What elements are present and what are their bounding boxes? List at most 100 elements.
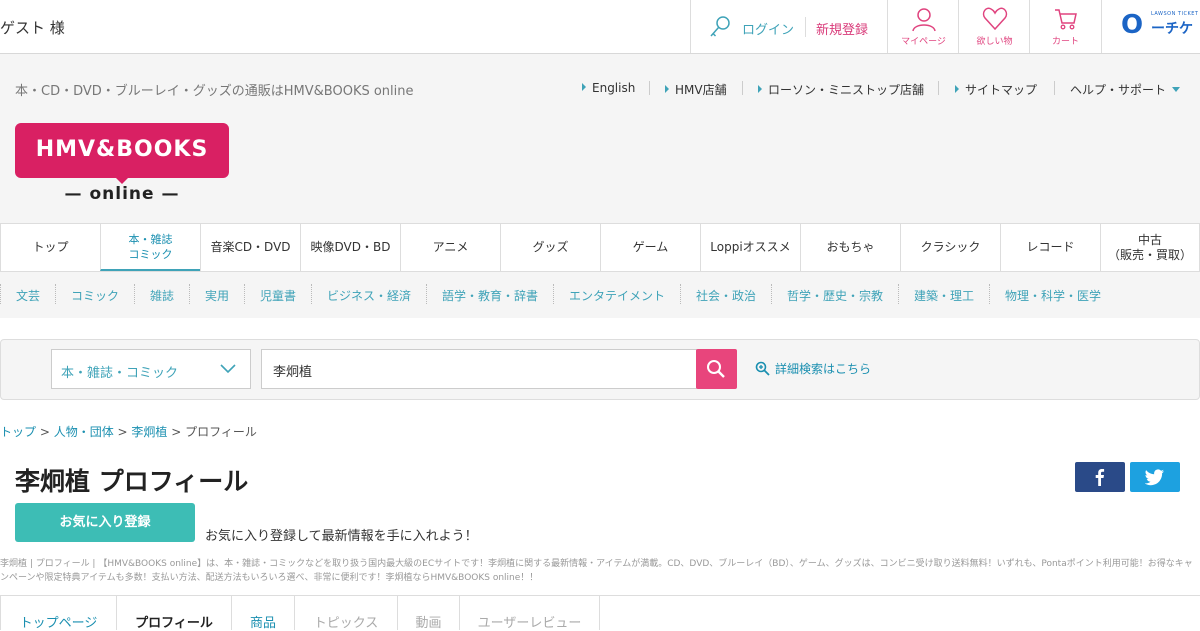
divider (189, 284, 190, 304)
page-description: 李炯植 | プロフィール | 【HMV&BOOKS online】は、本・雑誌・… (0, 559, 1193, 583)
mypage-label: マイページ (901, 37, 946, 47)
subnav-item[interactable]: 雑誌 (150, 287, 174, 304)
login-link[interactable]: ログイン (742, 19, 794, 38)
subnav-item[interactable]: ビジネス・経済 (327, 287, 411, 304)
hmv-books-logo[interactable]: HMV&BOOKS — online — (15, 123, 229, 207)
divider (989, 284, 990, 304)
divider (938, 81, 939, 95)
subnav-item[interactable]: 社会・政治 (696, 287, 756, 304)
search-category-select[interactable]: 本・雑誌・コミック (51, 349, 251, 389)
cart-button[interactable]: カート (1029, 0, 1101, 53)
cart-icon (1054, 9, 1077, 30)
breadcrumb: トップ > 人物・団体 > 李炯植 > プロフィール (0, 423, 257, 440)
subnav-item[interactable]: 文芸 (16, 287, 40, 304)
search-input[interactable]: 李炯植 (261, 349, 697, 389)
nav-tab-label: ゲーム (632, 240, 669, 254)
subnav-item[interactable]: 物理・科学・医学 (1005, 287, 1101, 304)
search-button[interactable] (696, 349, 737, 389)
search-bar: 本・雑誌・コミック 李炯植 詳細検索はこちら (0, 339, 1200, 400)
search-icon (707, 360, 725, 378)
heart-icon (982, 7, 1007, 31)
nav-tab-books[interactable]: 本・雑誌 コミック (100, 224, 200, 271)
zoom-in-icon (755, 361, 770, 376)
nav-tab-label: グッズ (532, 240, 569, 254)
nav-tab-label: 本・雑誌 コミック (128, 232, 173, 261)
divider (311, 284, 312, 304)
divider (0, 284, 1, 304)
subnav-item[interactable]: コミック (71, 287, 119, 304)
tab-videos[interactable]: 動画 (397, 596, 459, 631)
subnav-item[interactable]: 児童書 (260, 287, 296, 304)
util-link-lawson-stores[interactable]: ローソン・ミニストップ店舗 (758, 81, 924, 98)
nav-tab-label: 音楽CD・DVD (210, 240, 291, 254)
main-navigation: トップ 本・雑誌 コミック 音楽CD・DVD 映像DVD・BD アニメ グッズ … (0, 223, 1200, 272)
nav-tab-label: トップ (32, 240, 69, 254)
nav-tab-music[interactable]: 音楽CD・DVD (200, 224, 300, 271)
nav-tab-goods[interactable]: グッズ (500, 224, 600, 271)
login-area: ログイン 新規登録 (690, 0, 888, 53)
nav-tab-video[interactable]: 映像DVD・BD (300, 224, 400, 271)
logo-sub-text: — online — (64, 184, 180, 204)
nav-tab-anime[interactable]: アニメ (400, 224, 500, 271)
register-link[interactable]: 新規登録 (816, 19, 868, 38)
lawson-ticket-small-text: LAWSON TICKET (1151, 11, 1199, 17)
breadcrumb-separator: > (113, 425, 132, 439)
help-support-label: ヘルプ・サポート (1070, 83, 1167, 97)
util-link-english[interactable]: English (582, 81, 635, 95)
lawson-ticket-logo[interactable]: LAWSON TICKET O ーチケ (1101, 0, 1200, 53)
util-link-sitemap[interactable]: サイトマップ (955, 81, 1037, 98)
site-header: 本・CD・DVD・ブルーレイ・グッズの通販はHMV&BOOKS online E… (0, 54, 1200, 318)
divider (680, 284, 681, 304)
divider (649, 81, 650, 95)
nav-tab-top[interactable]: トップ (0, 224, 100, 271)
logo-badge-tail (114, 176, 130, 184)
tab-products[interactable]: 商品 (231, 596, 294, 631)
nav-tab-label: おもちゃ (826, 240, 875, 254)
subnav-item[interactable]: 建築・理工 (914, 287, 974, 304)
divider (553, 284, 554, 304)
subnav-item[interactable]: 語学・教育・辞書 (442, 287, 538, 304)
add-favorite-button[interactable]: お気に入り登録 (15, 503, 195, 542)
user-icon (911, 8, 936, 32)
lawson-ticket-o: O (1121, 10, 1144, 40)
tab-user-reviews[interactable]: ユーザーレビュー (459, 596, 600, 631)
mypage-button[interactable]: マイページ (887, 0, 959, 53)
facebook-icon (1095, 469, 1105, 486)
wishlist-button[interactable]: 欲しい物 (958, 0, 1030, 53)
nav-tab-toys[interactable]: おもちゃ (800, 224, 900, 271)
breadcrumb-top[interactable]: トップ (0, 425, 36, 439)
wishlist-label: 欲しい物 (976, 37, 1013, 47)
nav-tab-used[interactable]: 中古 （販売・買取） (1100, 224, 1200, 271)
breadcrumb-separator: > (36, 425, 54, 439)
cart-label: カート (1051, 37, 1079, 47)
twitter-share-button[interactable] (1130, 462, 1180, 492)
util-link-hmv-stores[interactable]: HMV店舗 (665, 81, 727, 98)
subnav-item[interactable]: エンタテイメント (569, 287, 665, 304)
advanced-search-link[interactable]: 詳細検索はこちら (755, 360, 871, 377)
page-title: 李炯植 プロフィール (15, 467, 249, 496)
tab-top-page[interactable]: トップページ (0, 596, 116, 631)
divider (742, 81, 743, 95)
nav-tab-records[interactable]: レコード (1000, 224, 1100, 271)
divider (426, 284, 427, 304)
breadcrumb-people[interactable]: 人物・団体 (54, 425, 114, 439)
nav-tab-game[interactable]: ゲーム (600, 224, 700, 271)
help-support-menu[interactable]: ヘルプ・サポート (1070, 81, 1181, 98)
nav-tab-label: Loppiオススメ (710, 240, 791, 254)
breadcrumb-person[interactable]: 李炯植 (131, 425, 167, 439)
subnav-item[interactable]: 実用 (205, 287, 229, 304)
subnav-item[interactable]: 哲学・歴史・宗教 (787, 287, 883, 304)
divider (805, 17, 806, 37)
nav-tab-loppi[interactable]: Loppiオススメ (700, 224, 800, 271)
twitter-bird-icon (1145, 469, 1164, 486)
tab-profile[interactable]: プロフィール (116, 596, 231, 631)
key-icon[interactable] (709, 15, 731, 43)
search-category-value: 本・雑誌・コミック (61, 366, 179, 381)
facebook-share-button[interactable] (1075, 462, 1125, 492)
divider (1054, 81, 1055, 95)
site-tagline: 本・CD・DVD・ブルーレイ・グッズの通販はHMV&BOOKS online (15, 84, 414, 99)
tab-topics[interactable]: トピックス (294, 596, 397, 631)
logo-main-text: HMV&BOOKS (35, 137, 209, 162)
nav-tab-classic[interactable]: クラシック (900, 224, 1000, 271)
divider (898, 284, 899, 304)
